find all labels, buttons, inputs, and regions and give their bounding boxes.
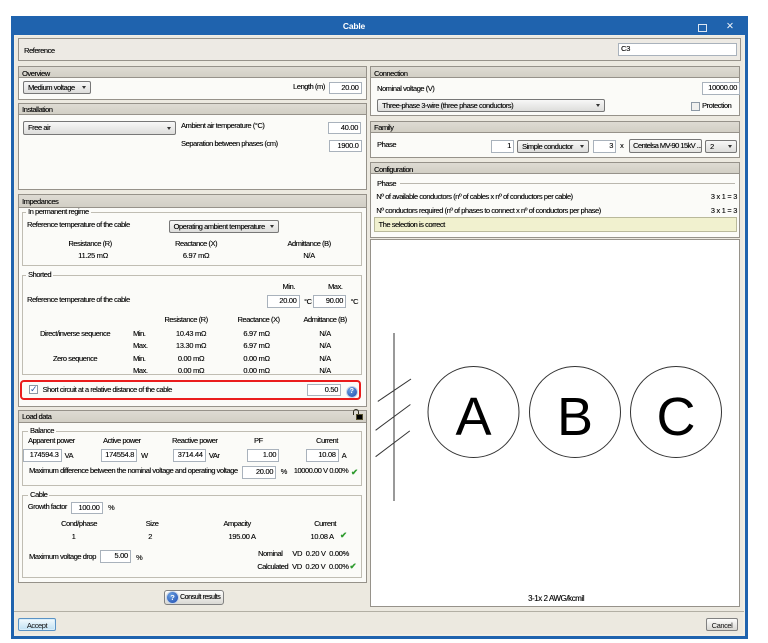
svg-text:B: B [557,387,593,447]
svg-text:A: A [455,387,491,447]
svg-text:C: C [657,387,696,447]
